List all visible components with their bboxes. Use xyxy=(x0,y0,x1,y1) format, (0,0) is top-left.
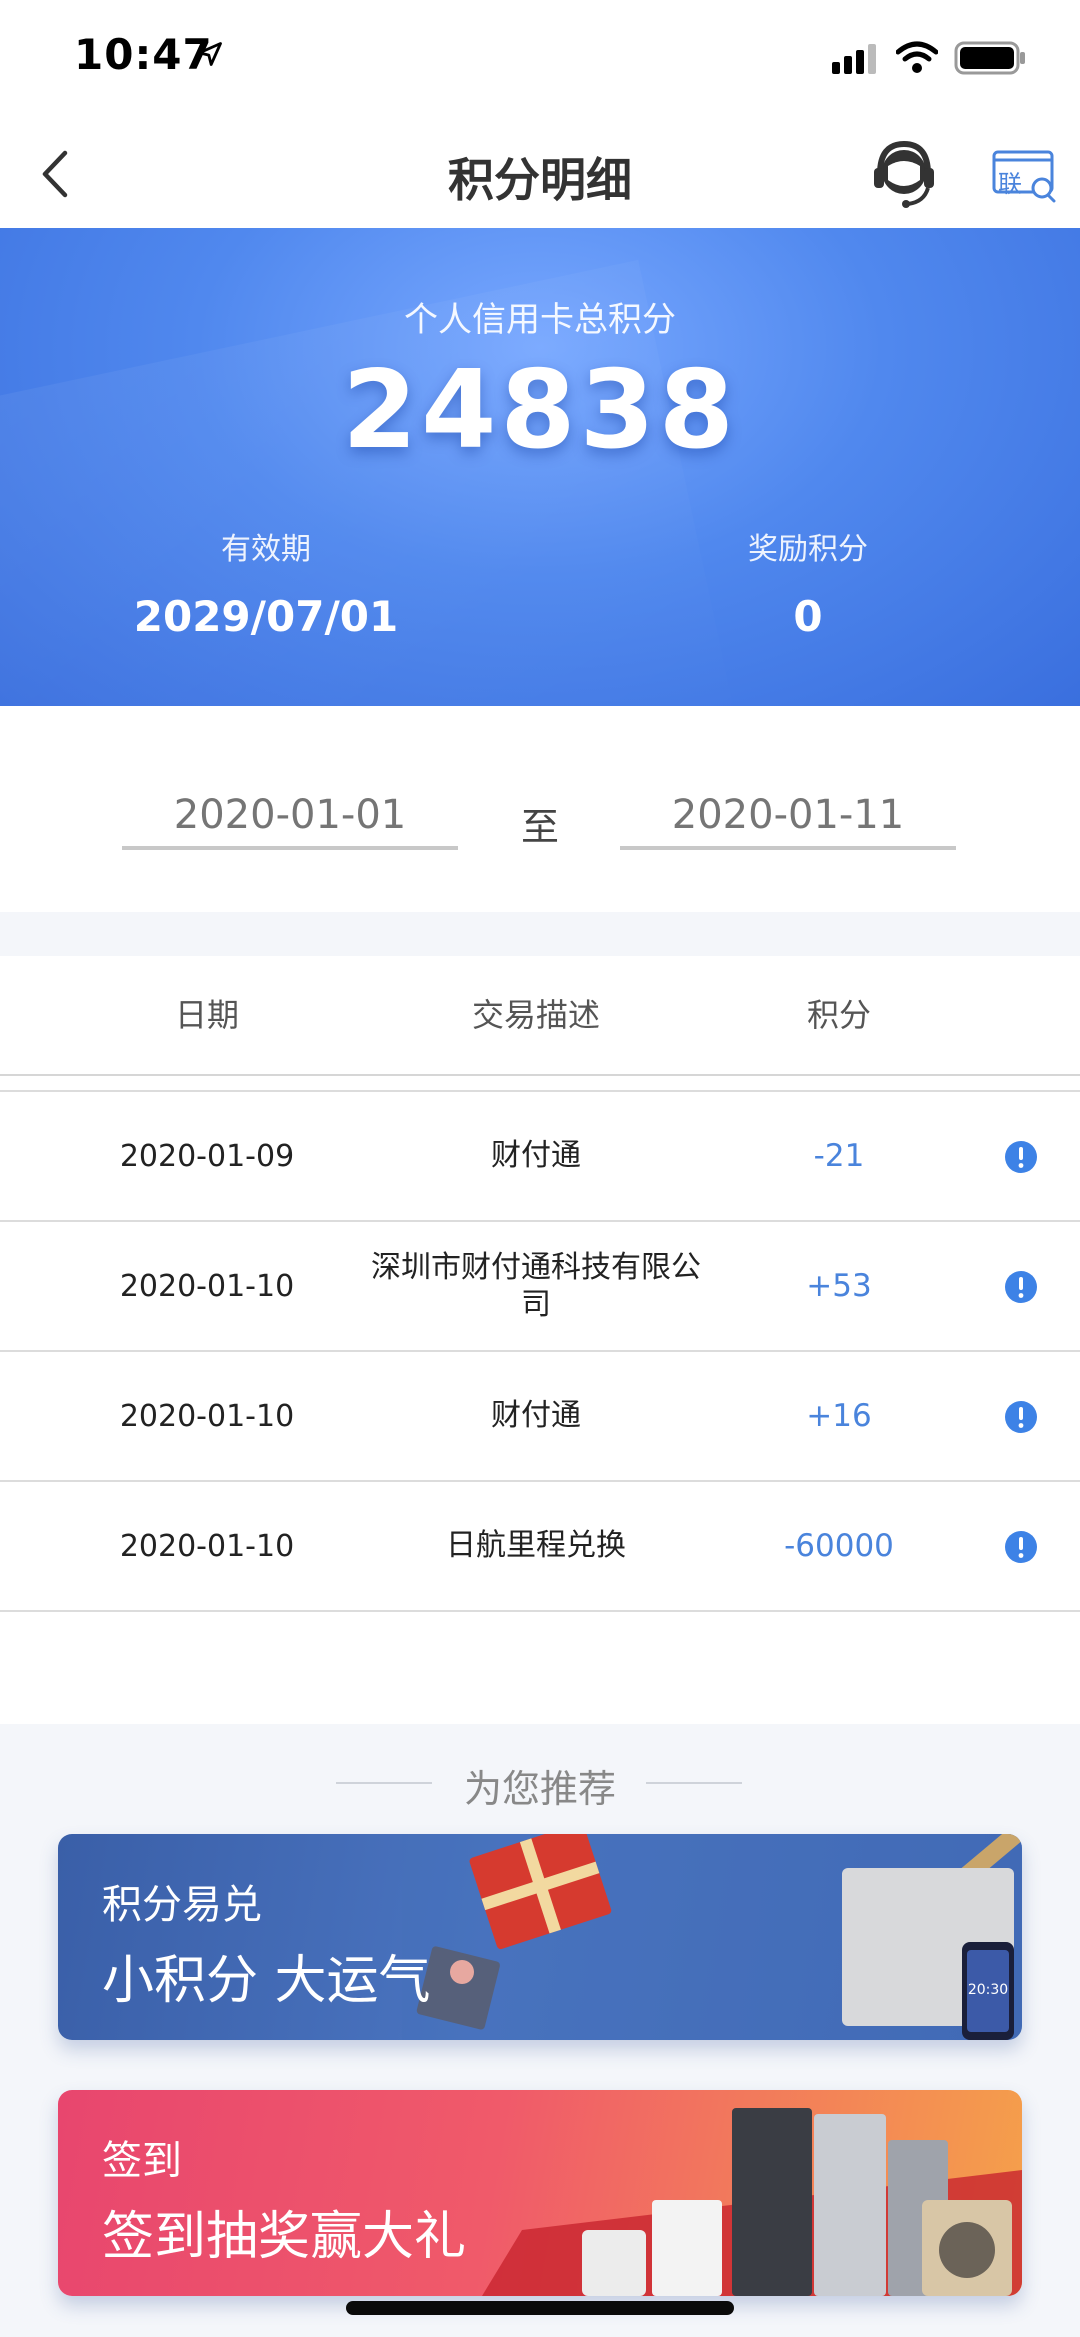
table-row: 2020-01-10 日航里程兑换 -60000 xyxy=(0,1482,1080,1612)
status-time: 10:47 xyxy=(74,30,213,79)
row-points: -21 xyxy=(813,1138,865,1174)
points-summary: 个人信用卡总积分 24838 有效期 2029/07/01 奖励积分 0 xyxy=(0,228,1080,706)
table-row: 2020-01-10 财付通 +16 xyxy=(0,1352,1080,1482)
gift-laptop-phone-illustration: 20:30 xyxy=(402,1834,1022,2040)
row-description: 财付通 xyxy=(491,1138,581,1174)
nav-bar: 积分明细 联 xyxy=(0,120,1080,228)
date-separator: 至 xyxy=(520,805,559,849)
row-points: +53 xyxy=(806,1268,872,1304)
unionpay-label: 联 xyxy=(998,170,1022,198)
table-row: 2020-01-10 深圳市财付通科技有限公司 +53 xyxy=(0,1222,1080,1352)
info-icon[interactable] xyxy=(1004,1530,1038,1564)
header-date: 日期 xyxy=(174,996,239,1034)
header-description: 交易描述 xyxy=(471,996,600,1034)
recommend-title: 为您推荐 xyxy=(463,1767,616,1811)
banner-text: 积分易兑 小积分 大运气 xyxy=(102,1872,431,2013)
expiry-label: 有效期 xyxy=(221,532,311,567)
phone-time-label: 20:30 xyxy=(968,1982,1008,1998)
expiry-value: 2029/07/01 xyxy=(133,592,399,641)
row-date: 2020-01-09 xyxy=(119,1138,295,1174)
bonus-block: 奖励积分 0 xyxy=(608,524,1008,641)
end-date-input[interactable] xyxy=(620,784,956,850)
date-range-filter: 至 xyxy=(0,706,1080,912)
header-points: 积分 xyxy=(806,996,871,1034)
wifi-icon xyxy=(896,41,938,73)
banner-subtitle: 签到 xyxy=(102,2138,182,2184)
location-arrow-icon xyxy=(198,42,222,66)
bonus-value: 0 xyxy=(793,592,823,641)
row-date: 2020-01-10 xyxy=(119,1528,295,1564)
info-icon[interactable] xyxy=(1004,1140,1038,1174)
row-description: 财付通 xyxy=(491,1398,581,1434)
bonus-label: 奖励积分 xyxy=(748,532,868,567)
table-header: 日期 交易描述 积分 xyxy=(0,956,1080,1076)
headset-icon[interactable] xyxy=(864,134,944,214)
appliances-illustration xyxy=(482,2108,1022,2296)
total-points-value: 24838 xyxy=(342,348,738,473)
banner-subtitle: 积分易兑 xyxy=(102,1882,262,1928)
row-points: -60000 xyxy=(784,1528,894,1564)
table-row: 2020-01-09 财付通 -21 xyxy=(0,1090,1080,1222)
checkin-banner[interactable]: 签到 签到抽奖赢大礼 xyxy=(58,2090,1022,2296)
transactions-table: 2020-01-09 财付通 -21 2020-01-10 深圳市财付通科技有限… xyxy=(0,1090,1080,1612)
row-date: 2020-01-10 xyxy=(119,1398,295,1434)
row-date: 2020-01-10 xyxy=(119,1268,295,1304)
banner-text: 签到 签到抽奖赢大礼 xyxy=(102,2128,466,2269)
heading-divider-right xyxy=(646,1782,742,1784)
total-points-label: 个人信用卡总积分 xyxy=(404,300,676,340)
points-exchange-banner[interactable]: 20:30 积分易兑 小积分 大运气 xyxy=(58,1834,1022,2040)
home-indicator[interactable] xyxy=(346,2301,734,2315)
row-description: 深圳市财付通科技有限公司 xyxy=(371,1249,701,1323)
row-points: +16 xyxy=(806,1398,872,1434)
recommend-section: 为您推荐 20:30 积分易兑 小积分 大运气 签到 签到抽奖赢大礼 xyxy=(0,1724,1080,2337)
unionpay-search-button[interactable]: 联 xyxy=(992,144,1056,204)
row-description: 日航里程兑换 xyxy=(446,1528,626,1564)
info-icon[interactable] xyxy=(1004,1400,1038,1434)
section-divider xyxy=(0,912,1080,956)
cellular-signal-icon xyxy=(832,44,876,74)
expiry-block: 有效期 2029/07/01 xyxy=(66,524,466,641)
recommend-heading: 为您推荐 xyxy=(0,1758,1080,1811)
status-bar: 10:47 xyxy=(0,0,1080,120)
banner-title: 小积分 大运气 xyxy=(102,1951,431,2011)
battery-icon xyxy=(954,41,1025,75)
start-date-input[interactable] xyxy=(122,784,458,850)
banner-title: 签到抽奖赢大礼 xyxy=(102,2207,467,2267)
info-icon[interactable] xyxy=(1004,1270,1038,1304)
